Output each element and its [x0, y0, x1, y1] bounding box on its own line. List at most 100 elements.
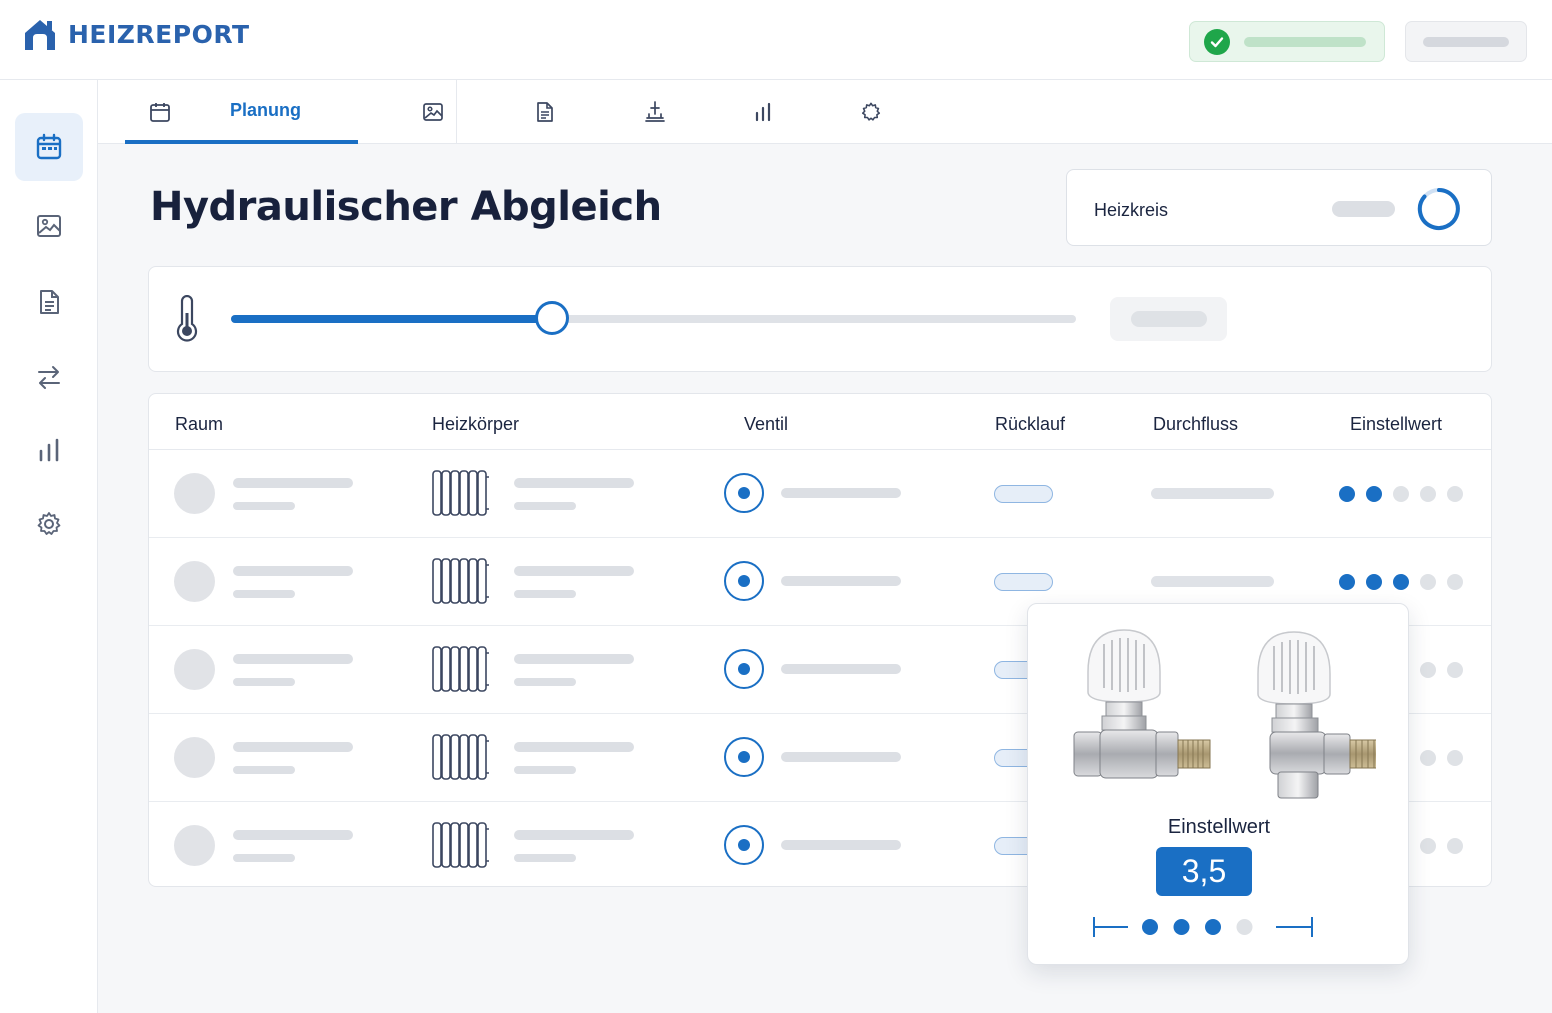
room-detail-placeholder — [233, 502, 295, 510]
column-header-durchfluss[interactable]: Durchfluss — [1153, 414, 1238, 435]
room-detail-placeholder — [233, 678, 295, 686]
setting-dot[interactable] — [1393, 574, 1409, 590]
sync-status[interactable] — [1189, 21, 1385, 62]
setting-dot[interactable] — [1339, 574, 1355, 590]
tab-reports[interactable] — [738, 80, 788, 144]
document-icon — [537, 102, 553, 122]
setting-dot[interactable] — [1366, 574, 1382, 590]
tab-planung[interactable]: Planung — [125, 80, 358, 144]
radiator-detail-placeholder — [514, 854, 576, 862]
valve-radio[interactable] — [724, 737, 764, 777]
sidebar-item-reports[interactable] — [15, 416, 83, 484]
image-icon — [37, 215, 61, 237]
user-menu[interactable] — [1405, 21, 1527, 62]
thermometer-icon — [176, 295, 198, 342]
radiator-name-placeholder — [514, 830, 634, 840]
gear-icon — [37, 512, 61, 535]
popover-value: 3,5 — [1156, 847, 1252, 896]
setting-dot[interactable] — [1393, 486, 1409, 502]
setting-dot[interactable] — [1366, 486, 1382, 502]
valve-radio[interactable] — [724, 825, 764, 865]
valve-radio[interactable] — [724, 649, 764, 689]
setting-dot[interactable] — [1339, 486, 1355, 502]
setting-dot[interactable] — [1447, 486, 1463, 502]
valve-name-placeholder — [781, 752, 901, 762]
temperature-slider-fill — [231, 315, 553, 323]
radiator-name-placeholder — [514, 478, 634, 488]
valve-name-placeholder — [781, 576, 901, 586]
document-icon — [40, 290, 59, 314]
setting-dot[interactable] — [1420, 838, 1436, 854]
sidebar-item-transfer[interactable] — [15, 343, 83, 411]
room-name-placeholder — [233, 654, 353, 664]
scale-dot[interactable] — [1142, 919, 1158, 935]
user-placeholder — [1423, 36, 1509, 47]
radiator-detail-placeholder — [514, 766, 576, 774]
setting-dot[interactable] — [1447, 838, 1463, 854]
sidebar-item-settings[interactable] — [15, 490, 83, 558]
radiator-icon — [432, 646, 489, 692]
einstellwert-scale[interactable] — [1092, 914, 1316, 940]
einstellwert-dots[interactable] — [1339, 574, 1463, 590]
logo[interactable]: HEIZREPORT — [22, 16, 250, 52]
app-name: HEIZREPORT — [68, 19, 250, 49]
sidebar-item-planning[interactable] — [15, 113, 83, 181]
radiator-icon — [432, 558, 489, 604]
transfer-arrows-icon — [38, 366, 60, 389]
tab-images[interactable] — [408, 80, 458, 144]
top-bar: HEIZREPORT — [0, 0, 1552, 80]
sidebar-item-images[interactable] — [15, 192, 83, 260]
temperature-slider-track[interactable] — [231, 315, 1076, 323]
room-name-placeholder — [233, 478, 353, 488]
setting-dot[interactable] — [1420, 750, 1436, 766]
heizkreis-value-placeholder — [1332, 201, 1395, 217]
valve-radio[interactable] — [724, 473, 764, 513]
setting-dot[interactable] — [1447, 750, 1463, 766]
table-row[interactable] — [149, 450, 1491, 538]
loading-ring-icon — [1417, 188, 1460, 230]
radiator-icon — [432, 470, 489, 516]
heizkreis-selector[interactable]: Heizkreis — [1066, 169, 1492, 246]
radiator-detail-placeholder — [514, 590, 576, 598]
ruecklauf-field[interactable] — [994, 485, 1053, 503]
column-header-einstellwert[interactable]: Einstellwert — [1350, 414, 1442, 435]
room-name-placeholder — [233, 830, 353, 840]
radiator-icon — [432, 822, 489, 868]
column-header-ruecklauf[interactable]: Rücklauf — [995, 414, 1065, 435]
room-name-placeholder — [233, 566, 353, 576]
room-avatar — [174, 737, 215, 778]
column-header-ventil[interactable]: Ventil — [744, 414, 788, 435]
setting-dot[interactable] — [1420, 486, 1436, 502]
tab-settings[interactable] — [846, 80, 896, 144]
column-header-heizkoerper[interactable]: Heizkörper — [432, 414, 519, 435]
setting-dot[interactable] — [1447, 574, 1463, 590]
room-avatar — [174, 473, 215, 514]
temperature-slider-card — [148, 266, 1492, 372]
room-detail-placeholder — [233, 590, 295, 598]
temperature-slider-thumb[interactable] — [535, 301, 570, 335]
setting-dot[interactable] — [1420, 574, 1436, 590]
sidebar — [0, 80, 98, 1013]
radiator-name-placeholder — [514, 566, 634, 576]
tab-network[interactable] — [630, 80, 680, 144]
ruecklauf-field[interactable] — [994, 573, 1053, 591]
scale-dot[interactable] — [1205, 919, 1221, 935]
image-icon — [423, 103, 443, 121]
setting-dot[interactable] — [1447, 662, 1463, 678]
setting-dot[interactable] — [1420, 662, 1436, 678]
popover-label: Einstellwert — [1167, 816, 1271, 838]
sidebar-item-documents[interactable] — [15, 268, 83, 336]
scale-dot[interactable] — [1236, 919, 1253, 935]
gear-icon — [861, 102, 881, 121]
valve-radio[interactable] — [724, 561, 764, 601]
tab-documents[interactable] — [520, 80, 570, 144]
room-avatar — [174, 649, 215, 690]
einstellwert-dots[interactable] — [1339, 486, 1463, 502]
valve-name-placeholder — [781, 840, 901, 850]
room-avatar — [174, 561, 215, 602]
page-title: Hydraulischer Abgleich — [150, 184, 662, 230]
room-detail-placeholder — [233, 854, 295, 862]
column-header-raum[interactable]: Raum — [175, 414, 223, 435]
scale-dot[interactable] — [1173, 919, 1190, 935]
radiator-detail-placeholder — [514, 502, 576, 510]
